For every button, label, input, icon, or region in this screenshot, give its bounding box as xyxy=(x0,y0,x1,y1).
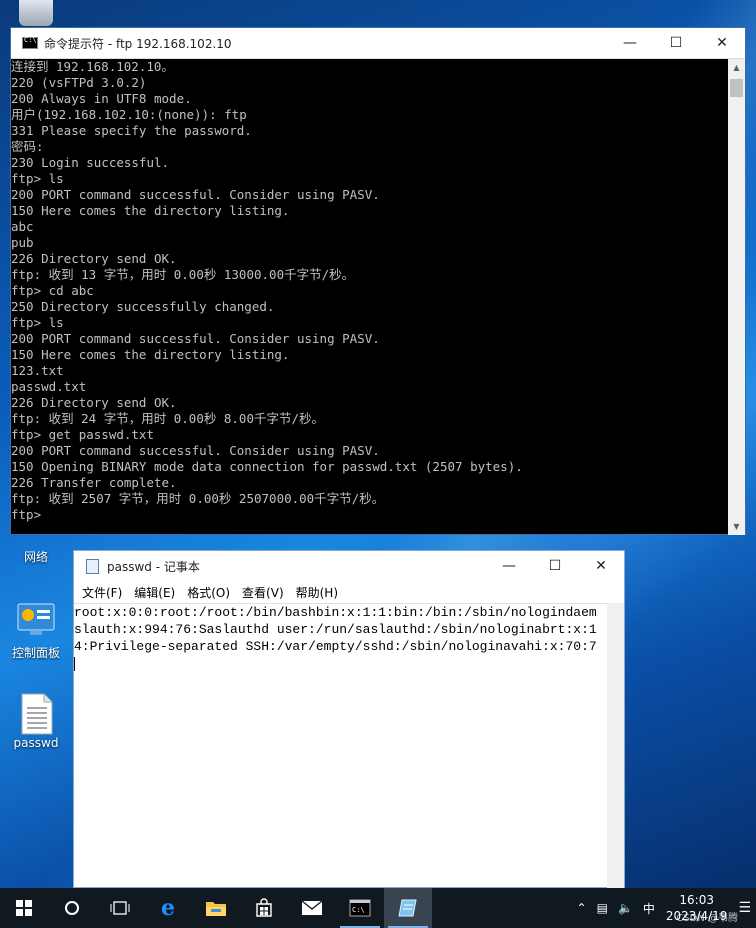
window-titlebar[interactable]: 命令提示符 - ftp 192.168.102.10 — ☐ ✕ xyxy=(11,28,745,59)
svg-text:C:\: C:\ xyxy=(352,906,365,914)
scroll-down-icon[interactable]: ▼ xyxy=(728,518,745,535)
menu-format[interactable]: 格式(O) xyxy=(181,584,236,601)
console-line: 200 PORT command successful. Consider us… xyxy=(11,443,380,458)
volume-icon[interactable]: 🔈 xyxy=(613,901,638,915)
taskbar-store[interactable] xyxy=(240,888,288,928)
text-file-icon xyxy=(16,692,56,735)
console-line: 200 PORT command successful. Consider us… xyxy=(11,331,380,346)
store-bag-icon xyxy=(256,898,272,917)
taskbar-notepad[interactable] xyxy=(384,888,432,928)
console-line: passwd.txt xyxy=(11,379,87,394)
console-line: 150 Here comes the directory listing. xyxy=(11,347,290,362)
text-caret xyxy=(74,655,609,672)
folder-icon xyxy=(206,902,226,916)
desktop-icon-passwd[interactable]: passwd xyxy=(6,692,66,750)
task-view-button[interactable] xyxy=(96,888,144,928)
maximize-button[interactable]: ☐ xyxy=(653,28,699,59)
console-line: ftp: 收到 13 字节，用时 0.00秒 13000.00千字节/秒。 xyxy=(11,267,355,282)
cmd-icon: C:\ xyxy=(349,899,371,917)
console-line: ftp> ls xyxy=(11,315,64,330)
text-line: slauth:x:994:76:Saslauthd user:/run/sasl… xyxy=(74,622,597,637)
close-button[interactable]: ✕ xyxy=(699,28,745,59)
menu-edit[interactable]: 编辑(E) xyxy=(128,584,181,601)
chevron-up-icon[interactable]: ⌃ xyxy=(572,901,592,915)
text-line: root:x:0:0:root:/root:/bin/bashbin:x:1:1… xyxy=(74,605,597,620)
console-line: ftp: 收到 2507 字节，用时 0.00秒 2507000.00千字节/秒… xyxy=(11,491,385,506)
console-line: ftp: 收到 24 字节，用时 0.00秒 8.00千字节/秒。 xyxy=(11,411,325,426)
task-view-icon xyxy=(110,901,130,915)
console-line: 220 (vsFTPd 3.0.2) xyxy=(11,75,147,90)
desktop-icon-network[interactable]: 网络 xyxy=(6,530,66,565)
console-line: ftp> get passwd.txt xyxy=(11,427,154,442)
scroll-up-icon[interactable]: ▲ xyxy=(728,59,745,76)
console-line: 密码: xyxy=(11,139,44,154)
cmd-icon xyxy=(22,36,38,49)
console-line: 226 Transfer complete. xyxy=(11,475,177,490)
network-status-icon[interactable]: ▤ xyxy=(592,901,613,915)
console-line: 200 Always in UTF8 mode. xyxy=(11,91,192,106)
desktop-icon-control-panel[interactable]: 控制面板 xyxy=(6,600,66,661)
console-line: 226 Directory send OK. xyxy=(11,395,177,410)
maximize-button[interactable]: ☐ xyxy=(532,551,578,582)
close-button[interactable]: ✕ xyxy=(578,551,624,582)
console-line: 用户(192.168.102.10:(none)): ftp xyxy=(11,107,247,122)
minimize-button[interactable]: — xyxy=(486,551,532,582)
search-circle-icon xyxy=(65,901,79,915)
console-line: pub xyxy=(11,235,34,250)
minimize-button[interactable]: — xyxy=(607,28,653,59)
mail-icon xyxy=(301,900,323,915)
window-title: passwd - 记事本 xyxy=(107,559,200,574)
edge-icon: e xyxy=(161,895,175,921)
notepad-icon xyxy=(86,558,99,574)
console-line: 150 Opening BINARY mode data connection … xyxy=(11,459,523,474)
menu-file[interactable]: 文件(F) xyxy=(76,584,128,601)
console-output[interactable]: 连接到 192.168.102.10。 220 (vsFTPd 3.0.2) 200… xyxy=(11,59,729,535)
input-method-indicator[interactable]: 中 xyxy=(638,900,660,917)
notepad-icon xyxy=(398,899,417,917)
desktop-icon-label: 网络 xyxy=(23,550,48,564)
control-panel-icon xyxy=(16,600,56,640)
console-line: 250 Directory successfully changed. xyxy=(11,299,275,314)
taskbar-file-explorer[interactable] xyxy=(192,888,240,928)
console-line: ftp> ls xyxy=(11,171,64,186)
desktop-icon-label: 控制面板 xyxy=(11,646,60,660)
windows-logo-icon xyxy=(16,900,32,916)
console-line: ftp> xyxy=(11,507,42,522)
console-line: 200 PORT command successful. Consider us… xyxy=(11,187,380,202)
notepad-window[interactable]: passwd - 记事本 — ☐ ✕ 文件(F) 编辑(E) 格式(O) 查看(… xyxy=(73,550,625,888)
text-line: 4:Privilege-separated SSH:/var/empty/ssh… xyxy=(74,639,597,654)
clock-time: 16:03 xyxy=(679,893,714,907)
taskbar-edge[interactable]: e xyxy=(144,888,192,928)
window-titlebar[interactable]: passwd - 记事本 — ☐ ✕ xyxy=(74,551,624,581)
window-title: 命令提示符 - ftp 192.168.102.10 xyxy=(44,36,232,51)
recycle-bin-icon[interactable] xyxy=(6,0,66,30)
console-line: 230 Login successful. xyxy=(11,155,170,170)
taskbar-mail[interactable] xyxy=(288,888,336,928)
console-line: 150 Here comes the directory listing. xyxy=(11,203,290,218)
console-line: ftp> cd abc xyxy=(11,283,94,298)
vertical-scrollbar[interactable] xyxy=(607,603,624,888)
taskbar: e C:\ ⌃ ▤ 🔈 中 16:03 2023/4/19 ☰ CSDN @韦腾 xyxy=(0,888,756,928)
command-prompt-window[interactable]: 命令提示符 - ftp 192.168.102.10 — ☐ ✕ 连接到 192… xyxy=(10,27,746,535)
menu-bar: 文件(F) 编辑(E) 格式(O) 查看(V) 帮助(H) xyxy=(74,581,624,603)
menu-view[interactable]: 查看(V) xyxy=(236,584,290,601)
taskbar-command-prompt[interactable]: C:\ xyxy=(336,888,384,928)
text-editor[interactable]: root:x:0:0:root:/root:/bin/bashbin:x:1:1… xyxy=(74,603,609,888)
console-line: 123.txt xyxy=(11,363,64,378)
vertical-scrollbar[interactable]: ▲ ▼ xyxy=(728,59,745,535)
search-button[interactable] xyxy=(48,888,96,928)
console-line: 连接到 192.168.102.10。 xyxy=(11,59,174,74)
menu-help[interactable]: 帮助(H) xyxy=(290,584,344,601)
console-line: 331 Please specify the password. xyxy=(11,123,252,138)
watermark: CSDN @韦腾 xyxy=(676,913,738,924)
console-line: abc xyxy=(11,219,34,234)
console-line: 226 Directory send OK. xyxy=(11,251,177,266)
scroll-thumb[interactable] xyxy=(730,79,743,97)
start-button[interactable] xyxy=(0,888,48,928)
desktop-icon-label: passwd xyxy=(13,736,59,750)
